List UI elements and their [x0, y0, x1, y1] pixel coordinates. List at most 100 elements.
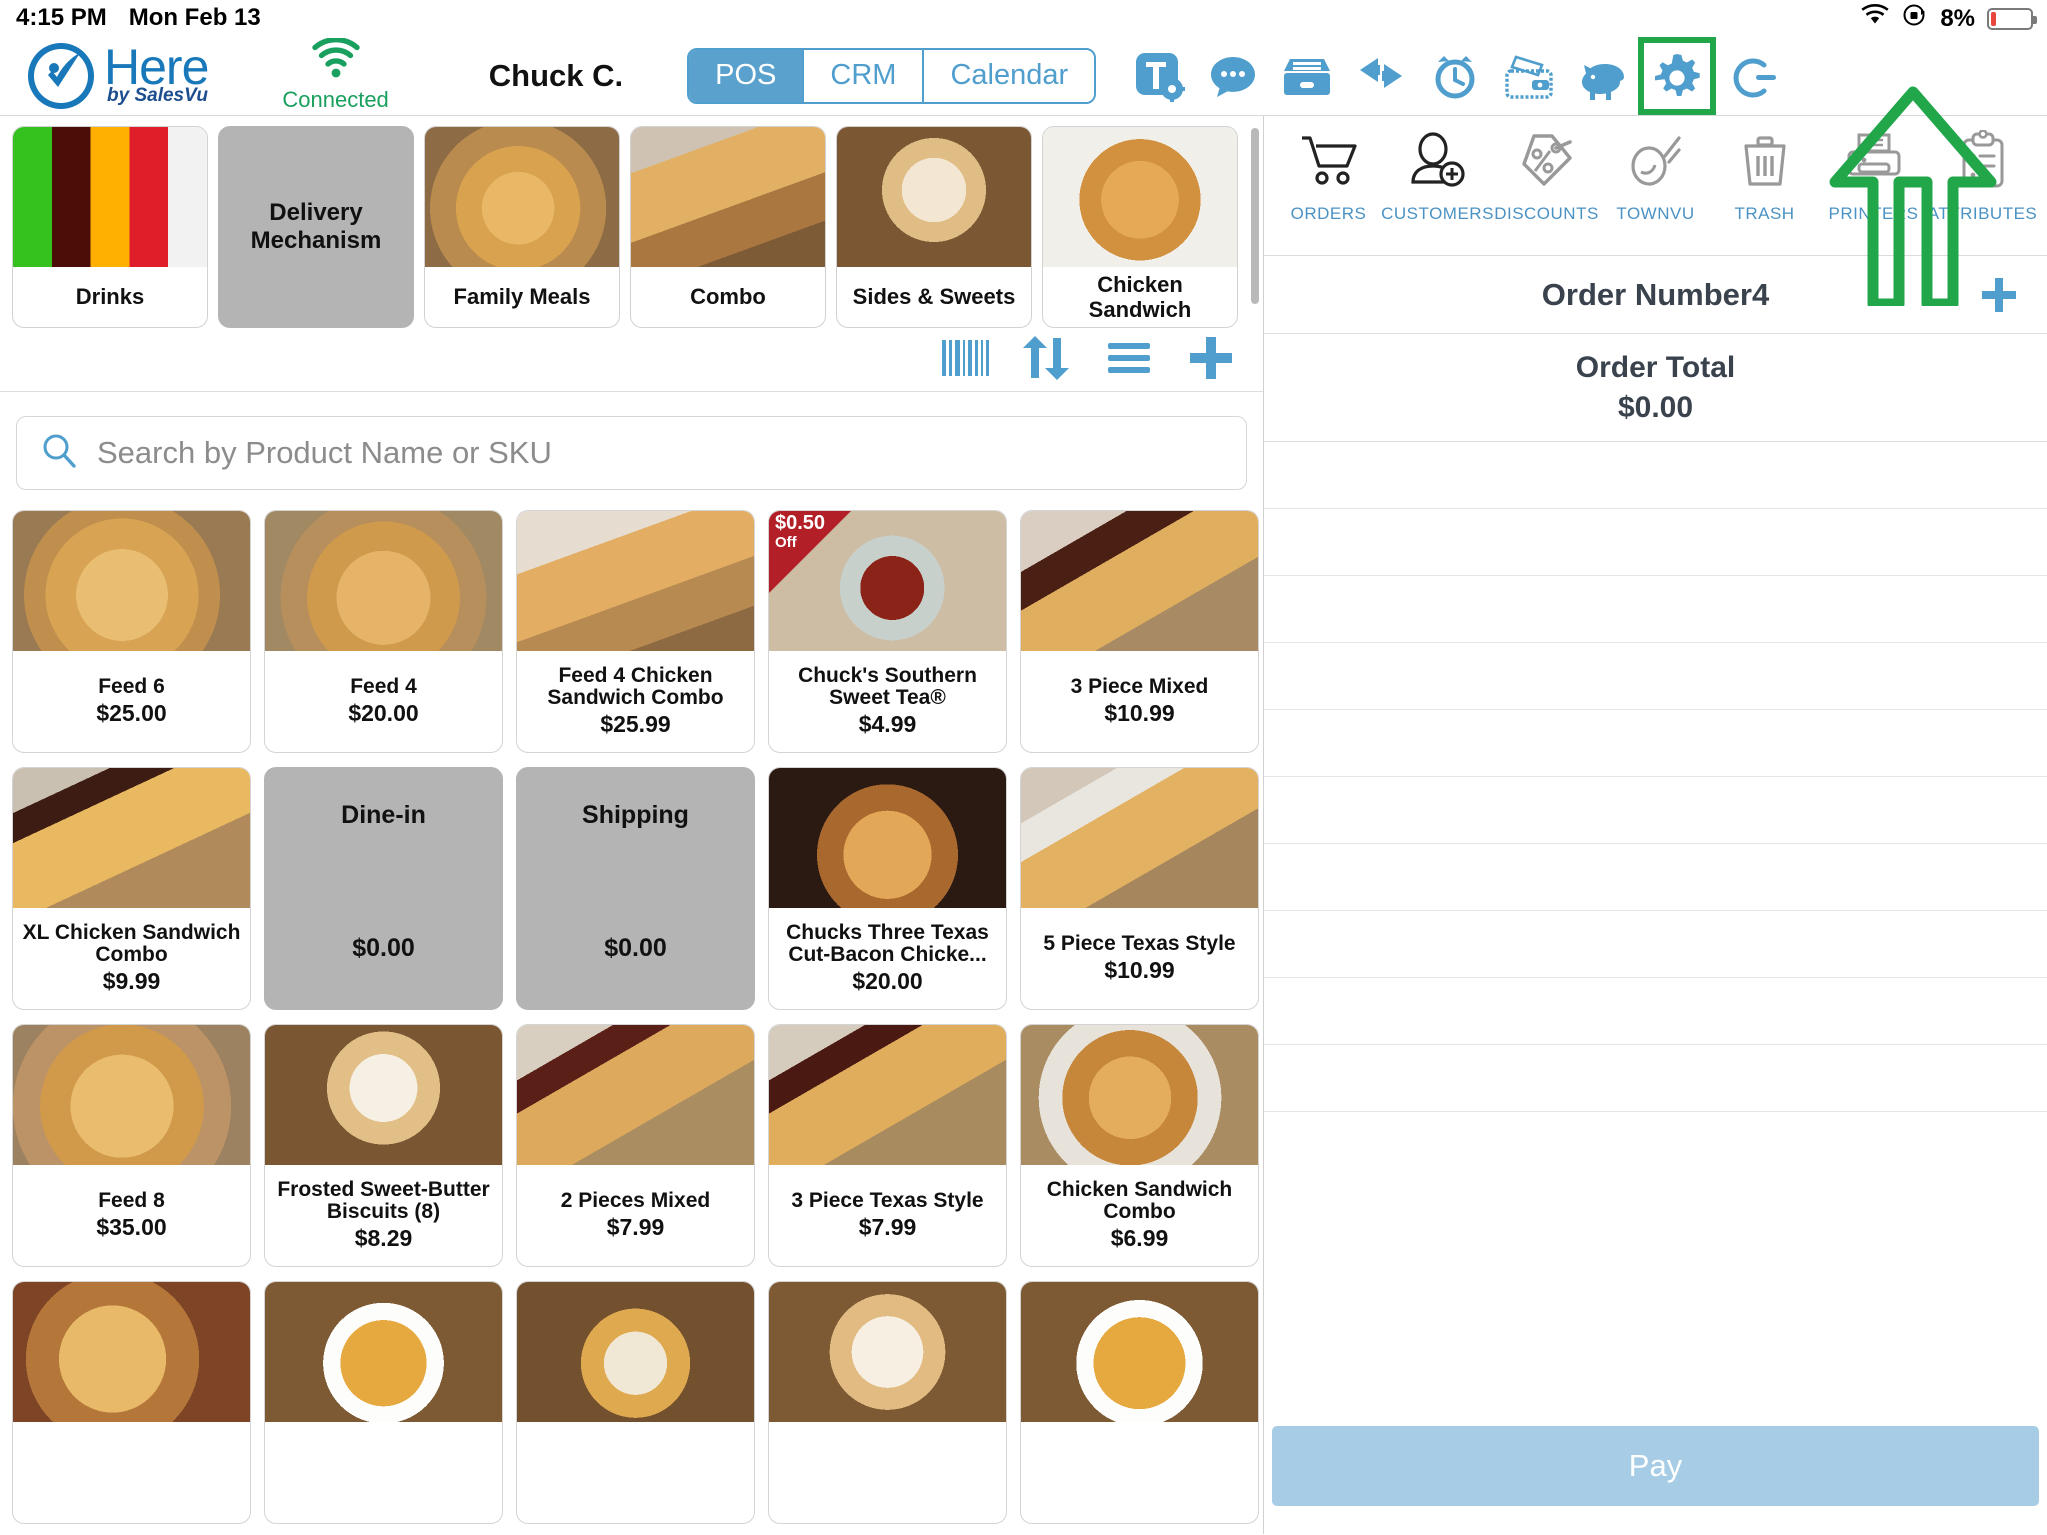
product-card[interactable] [1020, 1281, 1259, 1524]
product-card[interactable]: 3 Piece Texas Style $7.99 [768, 1024, 1007, 1267]
category-strip[interactable]: Drinks Delivery Mechanism Family Meals C… [0, 116, 1263, 328]
product-grid: Feed 6 $25.00 Feed 4 $20.00 Feed 4 Chick… [12, 504, 1259, 1524]
sort-arrows-icon[interactable] [1021, 332, 1073, 384]
product-price: $8.29 [354, 1225, 413, 1252]
product-card[interactable]: Feed 4 $20.00 [264, 510, 503, 753]
product-card-shipping[interactable]: Shipping $0.00 [516, 767, 755, 1010]
list-menu-icon[interactable] [1103, 332, 1155, 384]
product-card[interactable]: 2 Pieces Mixed $7.99 [516, 1024, 755, 1267]
trash-button[interactable]: TRASH [1715, 130, 1815, 224]
search-input[interactable] [97, 435, 1224, 471]
product-card[interactable]: 3 Piece Mixed $10.99 [1020, 510, 1259, 753]
file-drawer-icon[interactable] [1280, 49, 1334, 103]
product-image [1021, 511, 1258, 651]
category-label: Delivery Mechanism [250, 199, 382, 254]
transfer-arrows-icon[interactable] [1354, 49, 1408, 103]
product-name: Feed 4 Chicken Sandwich Combo [547, 663, 724, 709]
category-card-sides-sweets[interactable]: Sides & Sweets [836, 126, 1032, 328]
product-card[interactable]: Chicken Sandwich Combo $6.99 [1020, 1024, 1259, 1267]
product-card[interactable] [516, 1281, 755, 1524]
category-card-combo[interactable]: Combo [630, 126, 826, 328]
product-card[interactable]: Feed 4 Chicken Sandwich Combo $25.99 [516, 510, 755, 753]
product-card[interactable]: Chucks Three Texas Cut-Bacon Chicke... $… [768, 767, 1007, 1010]
order-row[interactable] [1264, 844, 2047, 911]
product-card[interactable]: $0.50 Off Chuck's Southern Sweet Tea® $4.… [768, 510, 1007, 753]
category-image [631, 127, 825, 267]
product-image [265, 511, 502, 651]
product-card[interactable] [768, 1281, 1007, 1524]
tab-pos[interactable]: POS [689, 49, 805, 102]
brand-tagline: by SalesVu [107, 85, 209, 106]
trash-label: TRASH [1734, 204, 1795, 223]
order-total-amount: $0.00 [1617, 390, 1694, 424]
product-card-dine-in[interactable]: Dine-in $0.00 [264, 767, 503, 1010]
piggy-bank-icon[interactable] [1576, 49, 1630, 103]
gear-icon[interactable] [1638, 36, 1717, 115]
order-row[interactable] [1264, 643, 2047, 710]
discounts-button[interactable]: DISCOUNTS [1494, 130, 1598, 224]
battery-icon [1987, 7, 2037, 30]
add-plus-icon[interactable] [1185, 332, 1237, 384]
discount-tag-icon [1516, 130, 1578, 192]
connection-status: Connected [282, 36, 389, 113]
customers-button[interactable]: CUSTOMERS [1381, 130, 1493, 224]
logout-icon[interactable] [1724, 49, 1778, 103]
order-row[interactable] [1264, 1045, 2047, 1112]
header-icon-bar [1132, 36, 1778, 115]
product-price: $20.00 [852, 968, 923, 995]
catalog-toolbar [0, 328, 1263, 392]
brand-logo: Here by SalesVu [24, 39, 209, 113]
printer-icon [1843, 130, 1905, 192]
rotation-lock-icon [1902, 2, 1928, 35]
product-image [1021, 1282, 1258, 1422]
order-row[interactable] [1264, 442, 2047, 509]
category-card-chicken-sandwich[interactable]: Chicken Sandwich [1042, 126, 1238, 328]
order-row[interactable] [1264, 978, 2047, 1045]
product-card[interactable] [264, 1281, 503, 1524]
product-image [517, 1282, 754, 1422]
product-price: $0.00 [604, 934, 667, 962]
product-price: $7.99 [606, 1214, 665, 1241]
product-name: 5 Piece Texas Style [1043, 931, 1236, 955]
battery-percent: 8% [1940, 4, 1975, 32]
product-card[interactable]: Feed 8 $35.00 [12, 1024, 251, 1267]
catalog-pane: Drinks Delivery Mechanism Family Meals C… [0, 116, 1264, 1534]
search-box[interactable] [16, 416, 1247, 490]
time-clock-settings-icon[interactable] [1132, 49, 1186, 103]
pay-button[interactable]: Pay [1272, 1426, 2039, 1506]
discount-label: $0.50 Off [775, 512, 826, 551]
order-row[interactable] [1264, 509, 2047, 576]
product-card[interactable]: Frosted Sweet-Butter Biscuits (8) $8.29 [264, 1024, 503, 1267]
order-row[interactable] [1264, 777, 2047, 844]
category-card-delivery-mechanism[interactable]: Delivery Mechanism [218, 126, 414, 328]
attributes-button[interactable]: ATTRIBUTES [1928, 130, 2037, 224]
product-name: Feed 6 [98, 674, 165, 698]
category-card-drinks[interactable]: Drinks [12, 126, 208, 328]
shopping-cart-icon [1298, 130, 1360, 192]
printers-button[interactable]: PRINTERS [1824, 130, 1924, 224]
product-card[interactable]: 5 Piece Texas Style $10.99 [1020, 767, 1259, 1010]
chat-bubble-icon[interactable] [1206, 49, 1260, 103]
alarm-clock-icon[interactable] [1428, 49, 1482, 103]
townvu-button[interactable]: TOWNVU [1606, 130, 1706, 224]
wallet-cash-icon[interactable] [1502, 49, 1556, 103]
product-card[interactable]: Feed 6 $25.00 [12, 510, 251, 753]
category-card-family-meals[interactable]: Family Meals [424, 126, 620, 328]
order-number: Order Number4 [1541, 276, 1770, 312]
order-row[interactable] [1264, 710, 2047, 777]
product-image [13, 768, 250, 908]
product-price: $10.99 [1104, 700, 1175, 727]
tab-crm[interactable]: CRM [804, 49, 925, 102]
category-scrollbar[interactable] [1251, 128, 1259, 304]
add-order-icon[interactable] [1979, 275, 2019, 315]
tab-calendar[interactable]: Calendar [924, 49, 1095, 102]
barcode-icon[interactable] [939, 332, 991, 384]
product-name: Frosted Sweet-Butter Biscuits (8) [277, 1177, 490, 1223]
category-label: Drinks [75, 284, 145, 310]
product-card[interactable] [12, 1281, 251, 1524]
product-card[interactable]: XL Chicken Sandwich Combo $9.99 [12, 767, 251, 1010]
orders-button[interactable]: ORDERS [1279, 130, 1379, 224]
order-row[interactable] [1264, 576, 2047, 643]
order-row[interactable] [1264, 911, 2047, 978]
product-price: $0.00 [352, 934, 415, 962]
